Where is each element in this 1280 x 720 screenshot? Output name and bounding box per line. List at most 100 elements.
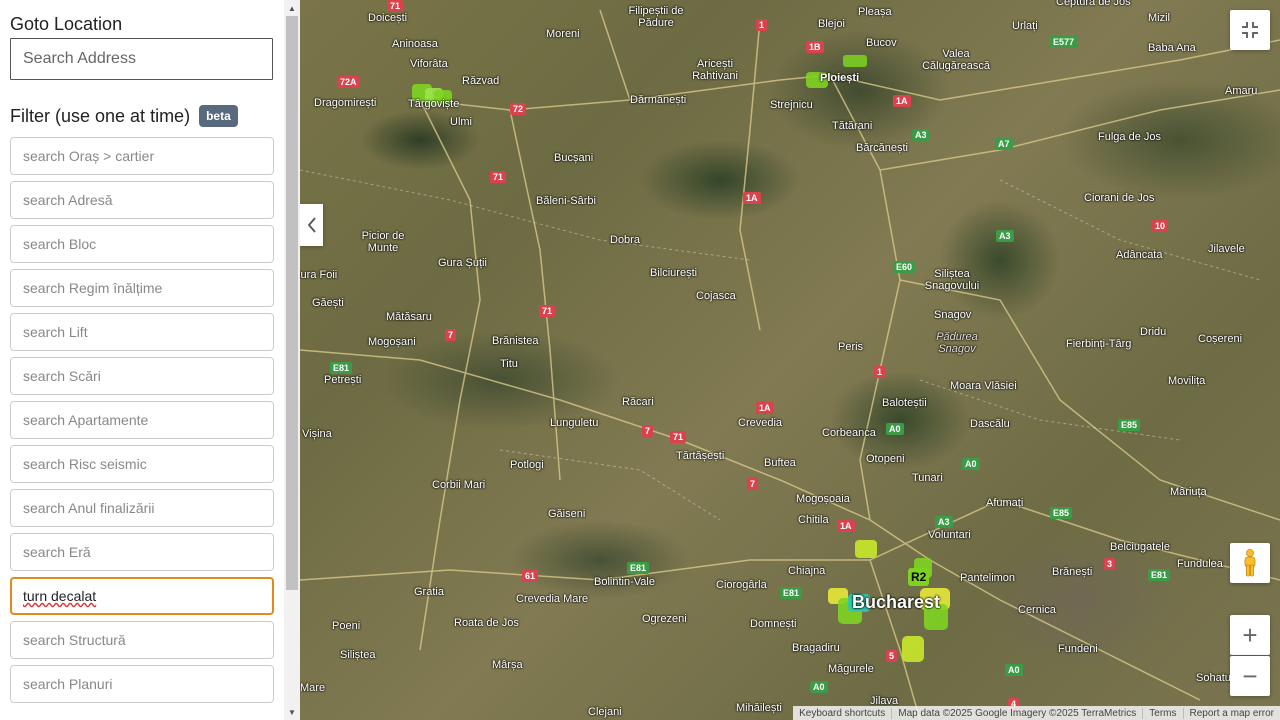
place-label: Mârșa	[492, 659, 523, 671]
terms-link[interactable]: Terms	[1142, 707, 1182, 719]
road-badge: E81	[1148, 569, 1171, 581]
street-view-pegman-button[interactable]	[1230, 543, 1270, 583]
place-label: Bragadiru	[792, 642, 840, 654]
road-badge: A0	[886, 423, 904, 435]
place-label: Amaru	[1225, 85, 1258, 97]
filter-apartamente-input[interactable]	[10, 401, 274, 439]
goto-location-title: Goto Location	[10, 14, 123, 34]
zoom-in-button[interactable]: +	[1230, 615, 1270, 655]
place-label: Voluntari	[928, 529, 971, 541]
filter-lift-input[interactable]	[10, 313, 274, 351]
place-label: Brănești	[1052, 566, 1093, 578]
filter-era-input[interactable]	[10, 533, 274, 571]
city-label: Bucharest	[852, 592, 941, 612]
place-label: Mogoșani	[368, 336, 416, 348]
filter-structura-input[interactable]	[10, 621, 274, 659]
map-view[interactable]: Doicești Aninoasa Viforâta Răzvad Dragom…	[300, 0, 1280, 720]
sidebar-scrollbar[interactable]: ▲ ▼	[284, 0, 300, 720]
place-label: Mare	[300, 682, 326, 694]
road-badge: 71	[539, 305, 556, 317]
road-badge: 71	[670, 431, 687, 443]
place-label: Ciorogârla	[716, 579, 767, 591]
road-badge: 1A	[743, 192, 761, 204]
filter-header: Filter (use one at time) beta	[10, 104, 274, 128]
place-label: Ceptura de Jos	[1056, 0, 1131, 8]
road-badge: A3	[996, 230, 1014, 242]
place-label: Movilița	[1168, 375, 1206, 387]
place-label: Chiajna	[788, 565, 826, 577]
road-badge: 7	[747, 478, 759, 490]
road-badge: 72A	[337, 76, 360, 88]
place-label: Mizil	[1148, 12, 1170, 24]
collapse-sidebar-button[interactable]	[300, 204, 323, 246]
place-label: Dărmănești	[630, 94, 687, 106]
place-label: Ogrezeni	[642, 613, 687, 625]
place-label: Potlogi	[510, 459, 544, 471]
place-label: Găiseni	[548, 508, 586, 520]
plus-icon: +	[1242, 619, 1258, 650]
place-label: Mâriuța	[1170, 486, 1207, 498]
place-label: Strejnicu	[770, 99, 813, 111]
place-label: Gratia	[414, 586, 444, 598]
place-label: Bucov	[866, 37, 897, 49]
filter-risc-seismic-input[interactable]	[10, 445, 274, 483]
chevron-left-icon	[307, 217, 316, 233]
report-error-link[interactable]: Report a map error	[1182, 707, 1280, 719]
place-label: Cernica	[1018, 604, 1056, 616]
place-label: Mătăsaru	[386, 311, 432, 323]
road-badge: A3	[912, 129, 930, 141]
place-label: Aricești Rahtivani	[692, 58, 738, 82]
place-label: Coșereni	[1198, 333, 1243, 345]
place-label: Gura Șuții	[438, 257, 487, 269]
place-label: Răzvad	[462, 75, 500, 87]
place-label: Fierbinți-Târg	[1066, 338, 1132, 350]
scroll-up-arrow-icon[interactable]: ▲	[284, 0, 300, 16]
place-label: Mogoșoaia	[796, 493, 850, 505]
scroll-thumb[interactable]	[286, 16, 298, 590]
place-label: Afumați	[986, 497, 1024, 509]
keyboard-shortcuts-link[interactable]: Keyboard shortcuts	[793, 708, 891, 719]
map-attribution: Keyboard shortcuts Map data ©2025 Google…	[793, 706, 1280, 720]
place-label: Filipeștii de Pădure	[628, 5, 684, 29]
place-label: Peris	[838, 341, 864, 353]
filter-adresa-input[interactable]	[10, 181, 274, 219]
place-label: Jilavele	[1208, 243, 1245, 255]
cluster-marker[interactable]: R2	[908, 568, 930, 586]
filter-tip-input[interactable]: turn decalat	[10, 577, 274, 615]
zoom-out-button[interactable]: −	[1230, 656, 1270, 696]
place-label: Belciugatele	[1110, 541, 1170, 553]
filter-scari-input[interactable]	[10, 357, 274, 395]
place-label: Moara Vlăsiei	[950, 380, 1017, 392]
filter-anul-finalizarii-input[interactable]	[10, 489, 274, 527]
place-label: Siliștea	[340, 649, 376, 661]
filter-bloc-input[interactable]	[10, 225, 274, 263]
road-badge: 72	[510, 103, 527, 115]
filter-regim-inaltime-input[interactable]	[10, 269, 274, 307]
road-badge: E60	[893, 261, 916, 273]
place-label: Domnești	[750, 618, 797, 630]
filter-tip-value: turn decalat	[23, 588, 97, 604]
place-label: Bucșani	[554, 152, 594, 164]
search-address-input[interactable]	[10, 38, 273, 80]
road-badge: 3	[1104, 558, 1116, 570]
place-label: Viforâta	[410, 58, 448, 70]
road-badge: 1	[756, 19, 768, 31]
filter-list: turn decalat	[10, 137, 274, 703]
place-label: Lunguletu	[550, 417, 599, 429]
place-label: Fundeni	[1058, 643, 1098, 655]
place-label: Bilciurești	[650, 267, 698, 279]
filter-oras-cartier-input[interactable]	[10, 137, 274, 175]
road-badge: E81	[330, 362, 353, 374]
road-badge: 1A	[837, 520, 855, 532]
place-label: Dobra	[610, 234, 640, 246]
filter-planuri-input[interactable]	[10, 665, 274, 703]
road-badge: 1A	[756, 402, 774, 414]
scroll-down-arrow-icon[interactable]: ▼	[284, 704, 300, 720]
sidebar-content: Goto Location Filter (use one at time) b…	[0, 0, 284, 720]
road-badge: 71	[387, 0, 404, 12]
fullscreen-button[interactable]	[1230, 10, 1270, 50]
place-label: Bărcănești	[856, 142, 908, 154]
place-label: Poeni	[332, 620, 361, 632]
place-label: Crevedia Mare	[516, 593, 589, 605]
fullscreen-icon	[1242, 22, 1258, 38]
